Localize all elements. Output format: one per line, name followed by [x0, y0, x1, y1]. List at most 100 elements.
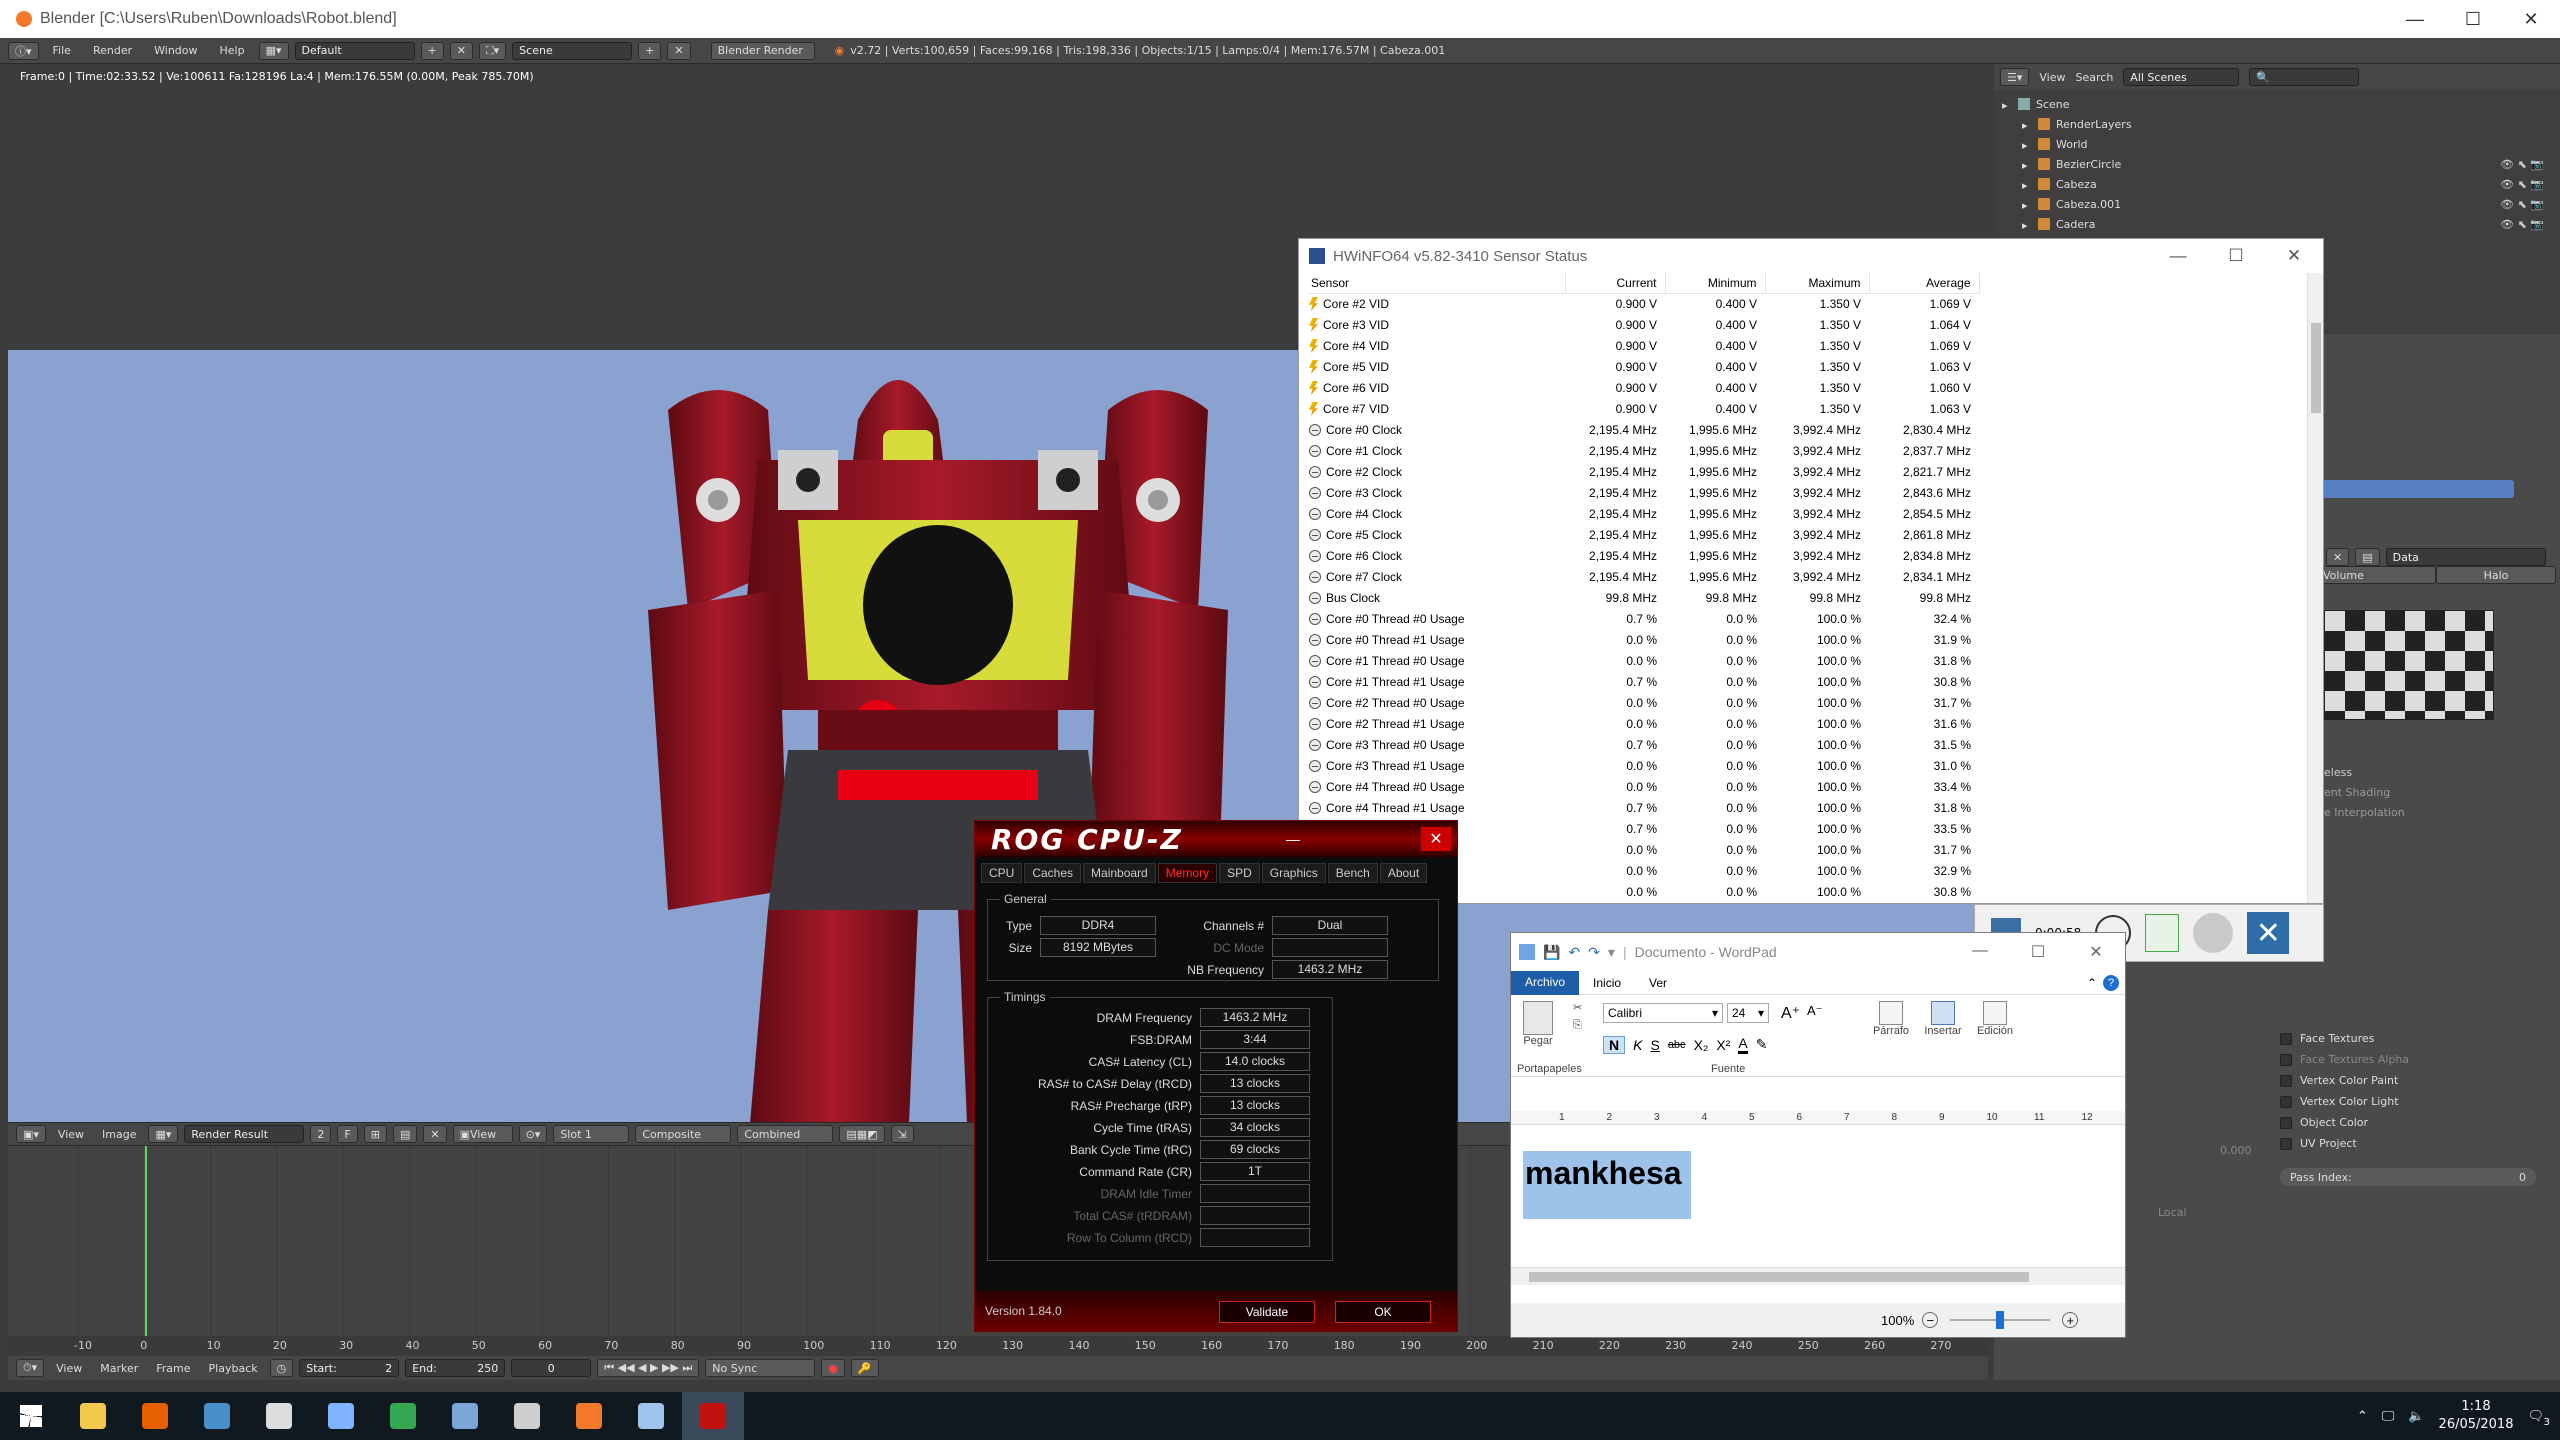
taskbar-button[interactable]: [620, 1392, 682, 1440]
taskbar-button[interactable]: [186, 1392, 248, 1440]
playback-controls[interactable]: ⏮ ◀◀ ◀ ▶ ▶▶ ⏭: [597, 1359, 700, 1377]
preview-range-button[interactable]: ◷: [269, 1359, 294, 1377]
checkbox-icon[interactable]: [2280, 1137, 2292, 1150]
cpuz-close-button[interactable]: ✕: [1420, 827, 1451, 851]
menu-file[interactable]: File: [45, 44, 79, 57]
visibility-icons[interactable]: 👁 ⬉ 📷: [2500, 158, 2544, 171]
expand-icon[interactable]: ▸: [2022, 219, 2032, 232]
add-layout-button[interactable]: +: [420, 41, 444, 60]
checkbox-icon[interactable]: [2280, 1074, 2292, 1087]
add-scene-button[interactable]: +: [638, 41, 662, 60]
sensor-scrollbar[interactable]: [2307, 273, 2323, 903]
open-image-button[interactable]: ▤: [392, 1125, 418, 1143]
taskbar-button[interactable]: [310, 1392, 372, 1440]
outliner-row[interactable]: ▸ BezierCircle 👁 ⬉ 📷: [1994, 154, 2560, 174]
sensor-row[interactable]: Core #6 VID 0.900 V 0.400 V 1.350 V 1.060 V: [1307, 378, 1979, 399]
subscript-button[interactable]: X₂: [1694, 1037, 1709, 1053]
outliner-item-label[interactable]: BezierCircle: [2056, 158, 2121, 171]
tab-halo[interactable]: Halo: [2436, 566, 2556, 584]
taskbar-button[interactable]: [682, 1392, 744, 1440]
data-select[interactable]: Data: [2385, 548, 2546, 566]
taskbar-button[interactable]: [248, 1392, 310, 1440]
sensor-row[interactable]: Core #5 Clock 2,195.4 MHz 1,995.6 MHz 3,992…: [1307, 525, 1979, 546]
outliner-row[interactable]: ▸ World: [1994, 134, 2560, 154]
visibility-icons[interactable]: 👁 ⬉ 📷: [2500, 198, 2544, 211]
sensor-row[interactable]: Core #1 Thread #1 Usage 0.7 % 0.0 % 100.0 %…: [1307, 672, 1979, 693]
tab-volume[interactable]: Volume: [2316, 566, 2436, 584]
underline-button[interactable]: S: [1650, 1037, 1659, 1053]
insert-button[interactable]: Insertar: [1921, 1001, 1965, 1037]
tab-ver[interactable]: Ver: [1635, 972, 1681, 994]
expand-icon[interactable]: ▸: [2002, 99, 2012, 112]
cpuz-minimize-button[interactable]: —: [1286, 831, 1300, 847]
menu-playback[interactable]: Playback: [203, 1362, 264, 1375]
minimize-button[interactable]: —: [2386, 9, 2444, 30]
bold-button[interactable]: N: [1603, 1035, 1626, 1054]
menu-marker[interactable]: Marker: [94, 1362, 144, 1375]
outliner-filter-select[interactable]: All Scenes: [2123, 68, 2240, 86]
sensor-row[interactable]: Core #7 VID 0.900 V 0.400 V 1.350 V 1.063 V: [1307, 399, 1979, 420]
pass-index-field[interactable]: Pass Index: 0: [2280, 1168, 2536, 1186]
menu-help[interactable]: Help: [212, 44, 253, 57]
layer-select[interactable]: Composite: [635, 1125, 732, 1143]
zoom-out-button[interactable]: −: [1922, 1312, 1939, 1328]
document-area[interactable]: 1 2 3 4 5 6 7 8 9 10 11 12 mankhesa: [1511, 1111, 2125, 1281]
menu-view-timeline[interactable]: View: [50, 1362, 88, 1375]
outliner-item-label[interactable]: Cabeza: [2056, 178, 2097, 191]
sensor-row[interactable]: Core #0 Thread #0 Usage 0.7 % 0.0 % 100.0 %…: [1307, 609, 1979, 630]
taskbar-button[interactable]: [0, 1392, 62, 1440]
outliner-menu-search[interactable]: Search: [2076, 71, 2114, 84]
maximize-button[interactable]: ☐: [2444, 9, 2502, 30]
editor-type-button-timeline[interactable]: ⏱▾: [16, 1359, 45, 1377]
column-header[interactable]: Current: [1565, 273, 1666, 294]
sensor-row[interactable]: Core #0 Clock 2,195.4 MHz 1,995.6 MHz 3,992…: [1307, 420, 1979, 441]
expand-icon[interactable]: ▸: [2022, 179, 2032, 192]
redo-icon[interactable]: ↷: [1588, 944, 1600, 961]
slot-select[interactable]: Slot 1: [553, 1125, 630, 1143]
outliner-search-input[interactable]: 🔍: [2249, 68, 2360, 86]
undo-icon[interactable]: ↶: [1568, 944, 1580, 961]
volume-icon[interactable]: 🔈: [2408, 1409, 2424, 1424]
hwinfo-minimize-button[interactable]: —: [2149, 246, 2207, 266]
scrollbar-thumb[interactable]: [2311, 323, 2321, 413]
sensor-row[interactable]: Core #1 Thread #0 Usage 0.0 % 0.0 % 100.0 %…: [1307, 651, 1979, 672]
sync-select[interactable]: No Sync: [705, 1359, 816, 1377]
sensor-row[interactable]: Core #2 Thread #0 Usage 0.0 % 0.0 % 100.0 %…: [1307, 693, 1979, 714]
editor-type-button-image[interactable]: ▣▾: [16, 1125, 46, 1143]
option-checkbox[interactable]: Vertex Color Paint: [2280, 1070, 2409, 1091]
zoom-in-button[interactable]: +: [2062, 1312, 2079, 1328]
sensor-row[interactable]: Core #4 Clock 2,195.4 MHz 1,995.6 MHz 3,992…: [1307, 504, 1979, 525]
cpuz-tab-memory[interactable]: Memory: [1157, 863, 1218, 883]
material-slot-field[interactable]: [2316, 480, 2514, 498]
validate-button[interactable]: Validate: [1219, 1301, 1315, 1323]
menu-window[interactable]: Window: [146, 44, 205, 57]
quick-access-dropdown[interactable]: ▾: [1608, 944, 1615, 961]
italic-button[interactable]: K: [1633, 1037, 1642, 1053]
image-name-field[interactable]: Render Result: [184, 1125, 305, 1143]
selected-text[interactable]: mankhesa: [1523, 1151, 1691, 1219]
cpuz-tab-graphics[interactable]: Graphics: [1261, 863, 1326, 883]
option-checkbox[interactable]: Face Textures: [2280, 1028, 2409, 1049]
help-icon[interactable]: ?: [2103, 974, 2119, 991]
unlink-image-button[interactable]: ✕: [423, 1125, 447, 1143]
clock[interactable]: 1:18 26/05/2018: [2439, 1398, 2514, 1434]
draw-channels-icon[interactable]: ▤▦◩: [839, 1125, 885, 1143]
taskbar-button[interactable]: [62, 1392, 124, 1440]
checkbox-icon[interactable]: [2280, 1116, 2292, 1129]
hwinfo-close-button[interactable]: ✕: [2265, 246, 2323, 266]
editing-button[interactable]: Edición: [1973, 1001, 2017, 1037]
wordpad-minimize-button[interactable]: —: [1951, 942, 2009, 962]
cpuz-tab-bench[interactable]: Bench: [1327, 863, 1378, 883]
pass-select[interactable]: Combined: [737, 1125, 834, 1143]
column-header[interactable]: Sensor: [1307, 273, 1566, 294]
scene-field[interactable]: Scene: [512, 41, 633, 60]
font-size-select[interactable]: 24 ▾: [1727, 1003, 1769, 1023]
taskbar-button[interactable]: [434, 1392, 496, 1440]
sensor-row[interactable]: Core #4 Thread #1 Usage 0.7 % 0.0 % 100.0 %…: [1307, 798, 1979, 819]
sensor-row[interactable]: Core #4 VID 0.900 V 0.400 V 1.350 V 1.069 V: [1307, 336, 1979, 357]
option-checkbox[interactable]: UV Project: [2280, 1133, 2409, 1154]
expand-icon[interactable]: ▸: [2022, 139, 2032, 152]
outliner-row[interactable]: ▸ Cabeza.001 👁 ⬉ 📷: [1994, 194, 2560, 214]
menu-image[interactable]: Image: [96, 1128, 142, 1141]
zoom-slider[interactable]: [1950, 1311, 2051, 1329]
